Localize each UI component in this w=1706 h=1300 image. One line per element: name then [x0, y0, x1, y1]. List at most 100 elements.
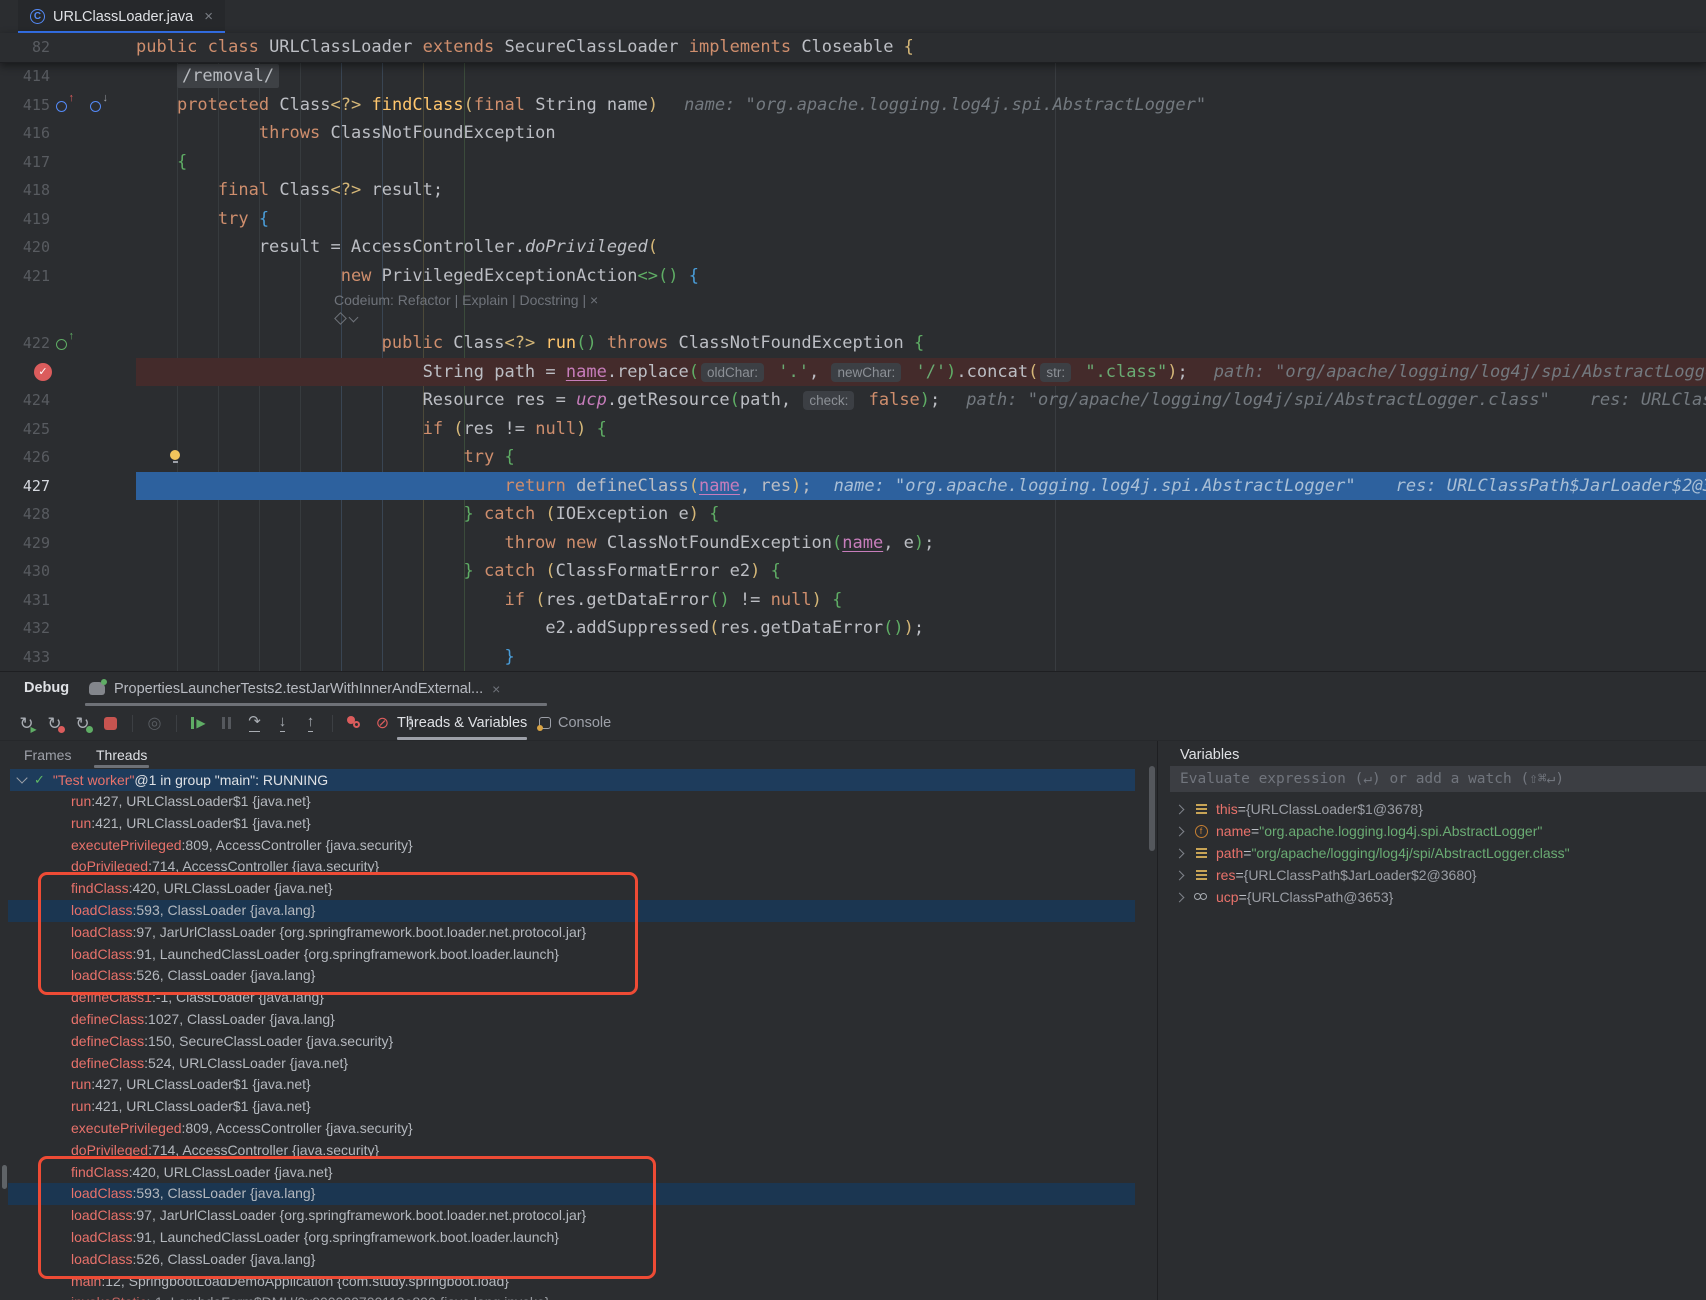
- breakpoint-icon[interactable]: ✓: [34, 363, 52, 381]
- line-number[interactable]: 420: [0, 233, 50, 262]
- code-token: [586, 419, 596, 439]
- line-number[interactable]: 424: [0, 386, 50, 415]
- pause-button[interactable]: [214, 711, 239, 736]
- line-number[interactable]: 415: [0, 91, 50, 120]
- stack-frame-row[interactable]: loadClass:91, LaunchedClassLoader {org.s…: [8, 1227, 1135, 1249]
- stack-frame-row[interactable]: defineClass:150, SecureClassLoader {java…: [8, 1031, 1135, 1053]
- stack-frame-row[interactable]: run:427, URLClassLoader$1 {java.net}: [8, 791, 1135, 813]
- frames-scrollbar[interactable]: [1149, 766, 1155, 851]
- left-edge-scrollbar[interactable]: [2, 1165, 7, 1189]
- stack-frame-row[interactable]: loadClass:593, ClassLoader {java.lang}: [8, 900, 1135, 922]
- stack-frame-row[interactable]: defineClass:524, URLClassLoader {java.ne…: [8, 1053, 1135, 1075]
- tab-threads[interactable]: Threads: [96, 741, 147, 768]
- thread-row[interactable]: ✓ "Test worker" @1 in group "main": RUNN…: [10, 769, 1135, 791]
- stack-frame-row[interactable]: loadClass:97, JarUrlClassLoader {org.spr…: [8, 922, 1135, 944]
- step-out-button[interactable]: ↑: [298, 711, 323, 736]
- code-token: [136, 533, 504, 553]
- close-icon[interactable]: ×: [492, 681, 500, 697]
- line-number[interactable]: 432: [0, 614, 50, 643]
- chevron-down-icon[interactable]: [16, 772, 27, 783]
- line-number[interactable]: 429: [0, 529, 50, 558]
- stack-frame-row[interactable]: run:421, URLClassLoader$1 {java.net}: [8, 1096, 1135, 1118]
- line-number[interactable]: 416: [0, 119, 50, 148]
- line-number[interactable]: 427: [0, 472, 50, 501]
- line-number[interactable]: 418: [0, 176, 50, 205]
- stack-frame-row[interactable]: loadClass:526, ClassLoader {java.lang}: [8, 1249, 1135, 1271]
- frame-location: :1027, ClassLoader {java.lang}: [144, 1011, 335, 1027]
- stack-frame-row[interactable]: main:12, SpringbootLoadDemoApplication {…: [8, 1271, 1135, 1293]
- stack-frame-row[interactable]: invokeStatic:-1, LambdaForm$DMH/0x000000…: [8, 1292, 1135, 1300]
- code-token: SecureClassLoader: [504, 37, 688, 57]
- frame-location: :427, URLClassLoader$1 {java.net}: [91, 1076, 310, 1092]
- mute-breakpoints-button[interactable]: ⊘: [370, 711, 395, 736]
- sticky-line-number: 82: [0, 33, 50, 62]
- stop-button[interactable]: [98, 711, 123, 736]
- implements-icon[interactable]: ↑: [56, 333, 74, 352]
- chevron-right-icon[interactable]: [1175, 870, 1185, 880]
- chevron-right-icon[interactable]: [1175, 804, 1185, 814]
- variable-row[interactable]: path = "org/apache/logging/log4j/spi/Abs…: [1170, 842, 1706, 864]
- variable-row[interactable]: fname = "org.apache.logging.log4j.spi.Ab…: [1170, 820, 1706, 842]
- tab-threads-and-variables[interactable]: Threads & Variables: [397, 706, 527, 740]
- stack-frame-row[interactable]: loadClass:97, JarUrlClassLoader {org.spr…: [8, 1205, 1135, 1227]
- stack-frame-row[interactable]: executePrivileged:809, AccessController …: [8, 835, 1135, 857]
- variable-row[interactable]: ucp = {URLClassPath@3653}: [1170, 886, 1706, 908]
- variable-value: "org.apache.logging.log4j.spi.AbstractLo…: [1259, 823, 1542, 839]
- line-number[interactable]: 417: [0, 148, 50, 177]
- codeium-inlay-hint: Codeium: Refactor | Explain | Docstring …: [0, 290, 1706, 311]
- view-breakpoints-button[interactable]: [342, 711, 367, 736]
- stack-frame-row[interactable]: defineClass1:-1, ClassLoader {java.lang}: [8, 987, 1135, 1009]
- frame-location: :524, URLClassLoader {java.net}: [144, 1055, 348, 1071]
- codeium-icon[interactable]: [336, 314, 357, 323]
- show-execution-point-button[interactable]: ◎: [142, 711, 167, 736]
- line-number[interactable]: 422: [0, 329, 50, 358]
- code-area[interactable]: 414 /removal/415↑↓ protected Class<?> fi…: [0, 62, 1706, 671]
- stack-frame-row[interactable]: doPrivileged:714, AccessController {java…: [8, 1140, 1135, 1162]
- stack-frame-row[interactable]: defineClass:1027, ClassLoader {java.lang…: [8, 1009, 1135, 1031]
- chevron-right-icon[interactable]: [1175, 826, 1185, 836]
- overridden-icon[interactable]: ↓: [90, 95, 108, 114]
- variable-row[interactable]: this = {URLClassLoader$1@3678}: [1170, 798, 1706, 820]
- line-number[interactable]: 425: [0, 415, 50, 444]
- stack-frame-row[interactable]: run:421, URLClassLoader$1 {java.net}: [8, 813, 1135, 835]
- line-number[interactable]: 414: [0, 62, 50, 91]
- rerun-button[interactable]: ↻▶: [14, 711, 39, 736]
- restart-debugger-button[interactable]: ↻: [70, 711, 95, 736]
- code-token: {: [904, 37, 914, 57]
- editor-tab-urlclassloader[interactable]: C URLClassLoader.java ×: [18, 0, 225, 33]
- line-number[interactable]: 433: [0, 643, 50, 672]
- code-token: String name: [535, 95, 648, 115]
- step-over-button[interactable]: ↷: [242, 711, 267, 736]
- tab-frames[interactable]: Frames: [24, 741, 71, 768]
- stack-frame-row[interactable]: findClass:420, URLClassLoader {java.net}: [8, 878, 1135, 900]
- stack-frame-row[interactable]: loadClass:91, LaunchedClassLoader {org.s…: [8, 944, 1135, 966]
- line-number[interactable]: 431: [0, 586, 50, 615]
- chevron-right-icon[interactable]: [1175, 848, 1185, 858]
- line-number[interactable]: 426: [0, 443, 50, 472]
- stack-frame-row[interactable]: loadClass:526, ClassLoader {java.lang}: [8, 965, 1135, 987]
- evaluate-expression-input[interactable]: Evaluate expression (↵) or add a watch (…: [1170, 766, 1706, 792]
- line-number[interactable]: 430: [0, 557, 50, 586]
- codeium-inlay-text[interactable]: Codeium: Refactor | Explain | Docstring …: [334, 290, 598, 311]
- frame-method: defineClass1: [71, 989, 152, 1005]
- stack-frame-row[interactable]: findClass:420, URLClassLoader {java.net}: [8, 1162, 1135, 1184]
- stack-frame-row[interactable]: run:427, URLClassLoader$1 {java.net}: [8, 1074, 1135, 1096]
- code-token: [136, 209, 218, 229]
- chevron-right-icon[interactable]: [1175, 892, 1185, 902]
- debug-session-tab[interactable]: PropertiesLauncherTests2.testJarWithInne…: [85, 672, 514, 705]
- variable-row[interactable]: res = {URLClassPath$JarLoader$2@3680}: [1170, 864, 1706, 886]
- line-number[interactable]: 428: [0, 500, 50, 529]
- line-number[interactable]: 419: [0, 205, 50, 234]
- resume-button[interactable]: ▶: [186, 711, 211, 736]
- stack-frame-row[interactable]: loadClass:593, ClassLoader {java.lang}: [8, 1183, 1135, 1205]
- debug-session-title: PropertiesLauncherTests2.testJarWithInne…: [114, 681, 483, 697]
- overrides-icon[interactable]: ↑: [56, 95, 74, 114]
- stack-frame-row[interactable]: executePrivileged:809, AccessController …: [8, 1118, 1135, 1140]
- stack-frames-list[interactable]: run:427, URLClassLoader$1 {java.net}run:…: [0, 791, 1157, 1300]
- tab-console[interactable]: Console: [539, 706, 611, 740]
- stack-frame-row[interactable]: doPrivileged:714, AccessController {java…: [8, 856, 1135, 878]
- step-into-button[interactable]: ↓: [270, 711, 295, 736]
- close-icon[interactable]: ×: [204, 8, 213, 25]
- line-number[interactable]: 421: [0, 262, 50, 291]
- rerun-failed-tests-button[interactable]: ↻: [42, 711, 67, 736]
